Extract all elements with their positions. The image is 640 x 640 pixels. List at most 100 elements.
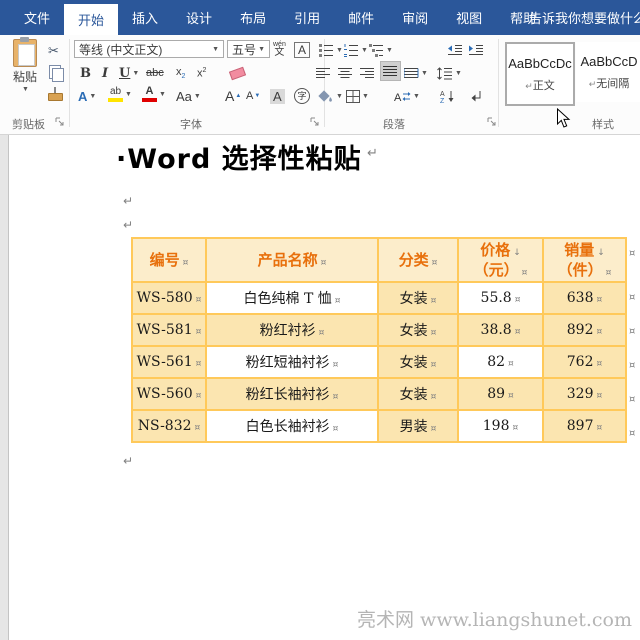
paragraph-dialog-launcher[interactable] xyxy=(487,117,497,127)
strikethrough-button[interactable]: abc xyxy=(146,63,164,83)
table-header-cell[interactable]: 编号¤ xyxy=(132,238,206,282)
document-area[interactable]: ·Word 选择性粘贴 ↵ ↵ ↵ 编号¤产品名称¤分类¤价格↓（元）¤销量↓（… xyxy=(0,135,640,640)
table-header-cell[interactable]: 价格↓（元）¤ xyxy=(458,238,543,282)
subscript-button[interactable]: x2 xyxy=(176,63,185,83)
table-cell[interactable]: 女装¤ xyxy=(378,346,458,378)
align-left-icon xyxy=(316,67,331,80)
font-name-combo[interactable]: 等线 (中文正文) ▼ xyxy=(74,40,224,58)
table-cell[interactable]: 粉红短袖衬衫¤ xyxy=(206,346,378,378)
character-shading-button[interactable]: A xyxy=(270,86,285,106)
table-cell[interactable]: 粉红衬衫¤ xyxy=(206,314,378,346)
table-header-cell[interactable]: 产品名称¤ xyxy=(206,238,378,282)
character-border-button[interactable]: A xyxy=(294,40,310,60)
end-of-cell-mark: ¤ xyxy=(431,360,437,370)
bold-button[interactable]: B xyxy=(80,63,91,83)
align-right-button[interactable] xyxy=(360,63,375,83)
phonetic-guide-button[interactable]: wén 文 xyxy=(273,39,286,59)
decrease-indent-button[interactable] xyxy=(447,40,463,60)
ribbon-tab-1[interactable]: 文件 xyxy=(10,0,64,35)
multilevel-list-button[interactable]: ▼ xyxy=(368,40,393,60)
table-cell[interactable]: 897¤ xyxy=(543,410,626,442)
bullet-list-button[interactable]: ▼ xyxy=(318,40,343,60)
ribbon-tab-3[interactable]: 插入 xyxy=(118,0,172,35)
copy-button[interactable] xyxy=(49,62,61,82)
show-marks-button[interactable] xyxy=(469,86,482,106)
paragraph-mark: ↵ xyxy=(123,219,133,231)
end-of-cell-mark: ¤ xyxy=(431,328,437,338)
style-card-1[interactable]: AaBbCcDc↵正文 xyxy=(505,42,575,106)
table-cell[interactable]: 198¤ xyxy=(458,410,543,442)
ribbon-tab-7[interactable]: 邮件 xyxy=(334,0,388,35)
tell-me-box[interactable]: 告诉我你想要做什么 xyxy=(524,0,640,35)
clipboard-dialog-launcher[interactable] xyxy=(55,117,65,127)
table-cell[interactable]: NS-832¤ xyxy=(132,410,206,442)
grow-font-button[interactable]: A▲ xyxy=(225,86,241,106)
table-cell[interactable]: WS-580¤ xyxy=(132,282,206,314)
ribbon-tab-4[interactable]: 设计 xyxy=(172,0,226,35)
table-cell[interactable]: WS-561¤ xyxy=(132,346,206,378)
underline-button[interactable]: U ▼ xyxy=(119,63,139,83)
ribbon-tab-bar: 文件开始插入设计布局引用邮件审阅视图帮助 告诉我你想要做什么 xyxy=(0,0,640,35)
paragraph-mark-icon xyxy=(469,90,482,103)
ribbon-tab-8[interactable]: 审阅 xyxy=(388,0,442,35)
table-cell[interactable]: 762¤ xyxy=(543,346,626,378)
italic-button[interactable]: I xyxy=(102,63,108,83)
table-cell[interactable]: 女装¤ xyxy=(378,314,458,346)
table-header-cell[interactable]: 分类¤ xyxy=(378,238,458,282)
format-painter-button[interactable] xyxy=(48,83,63,103)
table-cell[interactable]: 892¤ xyxy=(543,314,626,346)
font-size-combo[interactable]: 五号 ▼ xyxy=(227,40,270,58)
asian-layout-button[interactable]: A ▼ xyxy=(394,86,420,106)
table-cell[interactable]: 女装¤ xyxy=(378,378,458,410)
shading-button[interactable]: ▼ xyxy=(317,86,343,106)
ribbon-tab-6[interactable]: 引用 xyxy=(280,0,334,35)
justify-button[interactable] xyxy=(380,61,401,81)
ribbon-tab-2[interactable]: 开始 xyxy=(64,4,118,35)
table-cell[interactable]: 329¤ xyxy=(543,378,626,410)
distribute-button[interactable]: ▼ xyxy=(404,63,428,83)
sort-button[interactable]: AZ xyxy=(440,86,455,106)
borders-grid-icon xyxy=(346,90,360,103)
numbered-list-button[interactable]: ▼ xyxy=(343,40,368,60)
table-cell[interactable]: 粉红长袖衬衫¤ xyxy=(206,378,378,410)
group-separator xyxy=(69,39,70,127)
table-cell[interactable]: 55.8¤ xyxy=(458,282,543,314)
table-cell[interactable]: 白色纯棉 T 恤¤ xyxy=(206,282,378,314)
chevron-down-icon: ▼ xyxy=(362,93,369,100)
table-cell[interactable]: 38.8¤ xyxy=(458,314,543,346)
borders-button[interactable]: ▼ xyxy=(346,86,369,106)
align-left-button[interactable] xyxy=(316,63,331,83)
svg-text:Z: Z xyxy=(440,98,445,103)
table-cell[interactable]: WS-560¤ xyxy=(132,378,206,410)
table-cell[interactable]: 女装¤ xyxy=(378,282,458,314)
document-title[interactable]: ·Word 选择性粘贴 xyxy=(116,137,362,176)
superscript-button[interactable]: x2 xyxy=(197,63,206,83)
align-center-button[interactable] xyxy=(338,63,353,83)
ribbon-tab-9[interactable]: 视图 xyxy=(442,0,496,35)
table-cell[interactable]: 男装¤ xyxy=(378,410,458,442)
text-effects-button[interactable]: A ▼ xyxy=(78,86,96,106)
table-header-cell[interactable]: 销量↓（件）¤ xyxy=(543,238,626,282)
table-row: WS-561¤粉红短袖衬衫¤女装¤82¤762¤ xyxy=(132,346,626,378)
align-right-icon xyxy=(360,67,375,80)
change-case-button[interactable]: Aa ▼ xyxy=(176,86,201,106)
clear-formatting-button[interactable] xyxy=(228,63,245,83)
table-cell[interactable]: 白色长袖衬衫¤ xyxy=(206,410,378,442)
enclose-characters-button[interactable]: 字 xyxy=(294,86,310,106)
increase-indent-button[interactable] xyxy=(468,40,484,60)
table-cell[interactable]: 89¤ xyxy=(458,378,543,410)
product-table[interactable]: 编号¤产品名称¤分类¤价格↓（元）¤销量↓（件）¤ WS-580¤白色纯棉 T … xyxy=(131,237,627,443)
end-of-cell-mark: ¤ xyxy=(196,391,202,401)
ribbon-tab-5[interactable]: 布局 xyxy=(226,0,280,35)
table-cell[interactable]: WS-581¤ xyxy=(132,314,206,346)
style-card-2[interactable]: AaBbCcD↵无间隔 xyxy=(576,42,640,102)
highlight-button[interactable]: ab ▼ xyxy=(108,84,132,104)
table-cell[interactable]: 638¤ xyxy=(543,282,626,314)
shrink-font-button[interactable]: A▼ xyxy=(246,86,260,106)
paste-button[interactable]: 粘贴 ▼ xyxy=(5,39,45,111)
table-cell[interactable]: 82¤ xyxy=(458,346,543,378)
font-color-button[interactable]: A ▼ xyxy=(142,84,166,104)
font-dialog-launcher[interactable] xyxy=(310,117,320,127)
line-spacing-button[interactable]: ▼ xyxy=(437,63,462,83)
cut-button[interactable]: ✂ xyxy=(48,41,59,61)
